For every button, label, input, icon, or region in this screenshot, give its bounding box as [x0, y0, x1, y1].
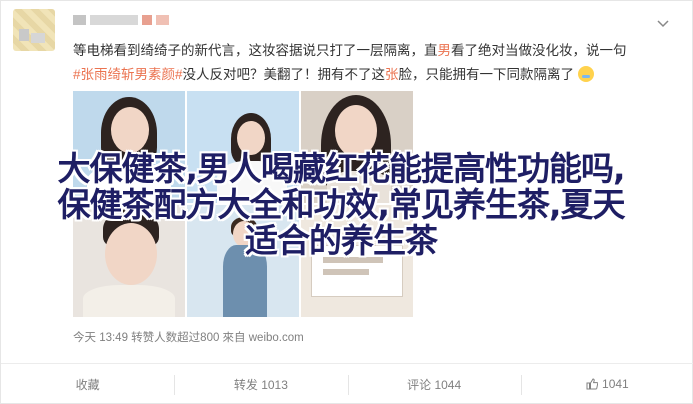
avatar[interactable] — [13, 9, 55, 51]
like-count: 1041 — [602, 377, 629, 391]
like-button[interactable]: 1041 — [520, 364, 693, 404]
overlay-title: 大保健茶,男人喝藏红花能提高性功能吗, 保健茶配方大全和功效,常见养生茶,夏天 … — [11, 151, 671, 259]
comment-button[interactable]: 评论 1044 — [347, 364, 521, 404]
username-blurred[interactable] — [73, 15, 169, 25]
action-bar: 收藏 转发 1013 评论 1044 1041 — [1, 363, 693, 404]
post-text-highlight: 男 — [437, 43, 452, 58]
post-text: 等电梯看到绮绮子的新代言，这妆容据说只打了一层隔离，直男看了绝对当做没化妆，说一… — [73, 39, 673, 87]
favorite-button[interactable]: 收藏 — [1, 364, 174, 404]
avatar-pixel — [19, 29, 29, 41]
overlay-line: 适合的养生茶 — [245, 221, 438, 260]
overlay-line: 大保健茶,男人喝藏红花能提高性功能吗, — [57, 149, 625, 188]
comment-label: 评论 1044 — [407, 377, 462, 392]
hashtag-link[interactable]: #张雨绮斩男素颜# — [73, 67, 183, 82]
post-text-highlight: 张 — [385, 67, 399, 82]
chevron-down-icon[interactable] — [656, 17, 670, 31]
repost-label: 转发 1013 — [233, 377, 288, 392]
blur-block — [142, 15, 152, 25]
weibo-post-card: 等电梯看到绮绮子的新代言，这妆容据说只打了一层隔离，直男看了绝对当做没化妆，说一… — [0, 0, 693, 404]
post-text-line2: 没人反对吧？美翻了！拥有不了这 — [182, 67, 386, 82]
post-meta: 今天 13:49 转赞人数超过800 來自 weibo.com — [73, 332, 304, 344]
repost-button[interactable]: 转发 1013 — [174, 364, 347, 404]
blur-block — [155, 15, 169, 25]
favorite-label: 收藏 — [75, 377, 100, 392]
overlay-line: 保健茶配方大全和功效,常见养生茶,夏天 — [57, 185, 625, 224]
blur-block — [73, 15, 87, 25]
post-text-line1: 等电梯看到绮绮子的新代言，这妆容据说只打了一层隔离，直 — [73, 43, 438, 58]
post-text-line2-tail: 脸，只能拥有一下同款隔离了 — [398, 67, 575, 82]
thumbs-up-icon — [586, 378, 599, 390]
emoji-laugh-icon — [577, 66, 594, 82]
post-text-line1-tail: 看了绝对当做没化妆，说一句 — [451, 43, 627, 58]
avatar-pixel — [31, 33, 45, 43]
blur-block — [90, 15, 139, 25]
